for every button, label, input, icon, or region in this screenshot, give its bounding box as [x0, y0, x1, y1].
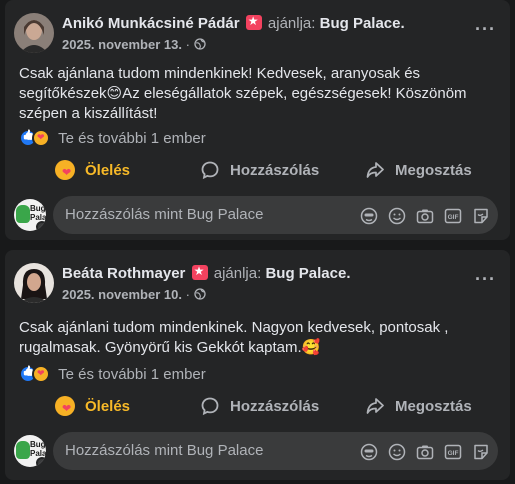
- post-card: Anikó Munkácsiné Pádár ajánlja: Bug Pala…: [5, 0, 510, 240]
- care-reaction-icon: [55, 396, 75, 416]
- commenter-avatar[interactable]: Bug Palace: [14, 435, 46, 467]
- comment-input[interactable]: Hozzászólás mint Bug Palace GIF: [53, 432, 498, 470]
- share-button[interactable]: Megosztás: [365, 388, 472, 424]
- post-header: Beáta Rothmayer ajánlja: Bug Palace. 202…: [14, 259, 500, 303]
- post-meta: 2025. november 10. ·: [62, 287, 206, 302]
- chevron-down-icon[interactable]: [36, 457, 46, 467]
- post-card: Beáta Rothmayer ajánlja: Bug Palace. 202…: [5, 250, 510, 480]
- chevron-down-icon[interactable]: [36, 221, 46, 231]
- author-name[interactable]: Beáta Rothmayer: [62, 265, 185, 282]
- share-label: Megosztás: [395, 397, 472, 415]
- comment-placeholder: Hozzászólás mint Bug Palace: [65, 442, 264, 459]
- hug-label: Ölelés: [85, 397, 131, 415]
- post-text: Csak ajánlani tudom mindenkinek. Nagyon …: [19, 319, 449, 356]
- hug-button[interactable]: Ölelés: [55, 388, 130, 424]
- gif-icon[interactable]: GIF: [443, 442, 462, 461]
- avatar-sticker-icon[interactable]: [359, 206, 378, 225]
- care-reaction-icon: [32, 365, 50, 383]
- comment-bubble-icon: [200, 396, 220, 416]
- commenter-avatar[interactable]: Bug Palace: [14, 199, 46, 231]
- post-date[interactable]: 2025. november 10.: [62, 287, 182, 302]
- sticker-icon[interactable]: [471, 206, 490, 225]
- reaction-summary[interactable]: Te és további 1 ember: [19, 365, 206, 383]
- camera-icon[interactable]: [415, 206, 434, 225]
- recommend-verb: ajánlja:: [267, 15, 316, 32]
- author-avatar[interactable]: [14, 13, 54, 53]
- care-reaction-icon: [55, 160, 75, 180]
- post-header: Anikó Munkácsiné Pádár ajánlja: Bug Pala…: [14, 9, 500, 53]
- globe-public-icon: [193, 287, 206, 302]
- recommend-verb: ajánlja:: [213, 265, 262, 282]
- page-name[interactable]: Bug Palace.: [265, 265, 350, 282]
- more-options-icon[interactable]: ···: [475, 269, 496, 290]
- svg-text:GIF: GIF: [447, 450, 458, 457]
- svg-text:GIF: GIF: [447, 214, 458, 221]
- gif-icon[interactable]: GIF: [443, 206, 462, 225]
- more-options-icon[interactable]: ···: [475, 19, 496, 40]
- globe-public-icon: [193, 37, 206, 52]
- care-reaction-icon: [32, 129, 50, 147]
- commenter-avatar-text: Bug Palace: [30, 204, 46, 222]
- comment-placeholder: Hozzászólás mint Bug Palace: [65, 206, 264, 223]
- post-actions: Ölelés Hozzászólás Megosztás: [5, 388, 510, 424]
- comment-button[interactable]: Hozzászólás: [200, 152, 319, 188]
- hug-button[interactable]: Ölelés: [55, 152, 130, 188]
- comment-tools: GIF: [359, 442, 490, 461]
- recommend-badge-icon: [245, 14, 262, 30]
- camera-icon[interactable]: [415, 442, 434, 461]
- comment-tools: GIF: [359, 206, 490, 225]
- commenter-avatar-text: Bug Palace: [30, 440, 46, 458]
- reaction-count-text: Te és további 1 ember: [58, 130, 206, 147]
- share-arrow-icon: [365, 160, 385, 180]
- emoji-icon[interactable]: [387, 206, 406, 225]
- meta-separator: ·: [185, 287, 190, 302]
- reaction-summary[interactable]: Te és további 1 ember: [19, 129, 206, 147]
- post-text: Csak ajánlana tudom mindenkinek! Kedvese…: [19, 65, 467, 122]
- feed: Anikó Munkácsiné Pádár ajánlja: Bug Pala…: [0, 0, 515, 484]
- post-title-line: Anikó Munkácsiné Pádár ajánlja: Bug Pala…: [62, 14, 405, 32]
- comment-composer: Bug Palace Hozzászólás mint Bug Palace G…: [5, 432, 510, 472]
- post-title-line: Beáta Rothmayer ajánlja: Bug Palace.: [62, 264, 351, 282]
- post-meta: 2025. november 13. ·: [62, 37, 206, 52]
- emoji-icon[interactable]: [387, 442, 406, 461]
- hug-label: Ölelés: [85, 161, 131, 179]
- reaction-count-text: Te és további 1 ember: [58, 366, 206, 383]
- share-arrow-icon: [365, 396, 385, 416]
- post-date[interactable]: 2025. november 13.: [62, 37, 182, 52]
- avatar-sticker-icon[interactable]: [359, 442, 378, 461]
- comment-bubble-icon: [200, 160, 220, 180]
- page-name[interactable]: Bug Palace.: [320, 15, 405, 32]
- post-actions: Ölelés Hozzászólás Megosztás: [5, 152, 510, 188]
- comment-input[interactable]: Hozzászólás mint Bug Palace GIF: [53, 196, 498, 234]
- author-name[interactable]: Anikó Munkácsiné Pádár: [62, 15, 240, 32]
- comment-button[interactable]: Hozzászólás: [200, 388, 319, 424]
- recommend-badge-icon: [191, 264, 208, 280]
- meta-separator: ·: [185, 37, 190, 52]
- share-label: Megosztás: [395, 161, 472, 179]
- comment-composer: Bug Palace Hozzászólás mint Bug Palace G…: [5, 196, 510, 236]
- comment-label: Hozzászólás: [230, 161, 320, 179]
- share-button[interactable]: Megosztás: [365, 152, 472, 188]
- comment-label: Hozzászólás: [230, 397, 320, 415]
- author-avatar[interactable]: [14, 263, 54, 303]
- sticker-icon[interactable]: [471, 442, 490, 461]
